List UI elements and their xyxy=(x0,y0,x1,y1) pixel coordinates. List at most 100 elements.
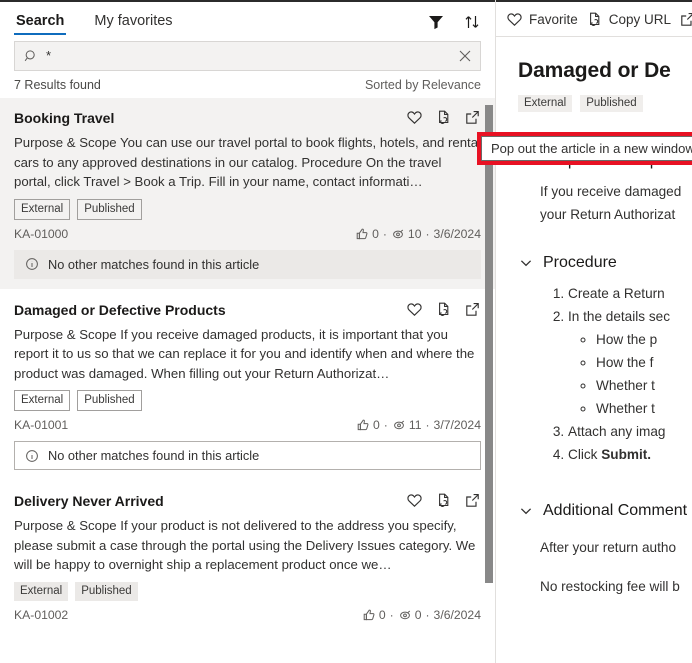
results-meta: 7 Results found Sorted by Relevance xyxy=(0,71,495,100)
clear-icon[interactable] xyxy=(458,49,472,63)
copy-url-command[interactable]: Copy URL xyxy=(586,11,671,28)
views-stat: 11 xyxy=(392,418,422,432)
info-icon xyxy=(26,449,38,462)
result-card[interactable]: Delivery Never Arrived Purpose & Scope I… xyxy=(0,481,495,633)
eye-icon xyxy=(393,229,404,238)
pop-out-icon[interactable] xyxy=(464,492,481,509)
card-footer: KA-01000 0 · 10 · 3/6/2024 xyxy=(14,227,481,241)
card-title[interactable]: Booking Travel xyxy=(14,108,114,127)
article-section: Purpose & Scope If you receive damaged y… xyxy=(518,152,692,226)
tag-external: External xyxy=(14,390,71,411)
tag-published: Published xyxy=(77,198,142,220)
stat-separator: · xyxy=(425,418,430,432)
likes-count: 0 xyxy=(378,607,386,622)
article-toolbar: Favorite Copy URL xyxy=(496,2,692,37)
article-id: KA-01002 xyxy=(14,607,69,622)
no-matches-text: No other matches found in this article xyxy=(48,448,260,463)
search-icon xyxy=(24,49,39,64)
tag-published: Published xyxy=(580,95,643,112)
procedure-sub-item: How the f xyxy=(596,351,692,374)
search-wrapper: * xyxy=(0,35,495,71)
likes-stat: 0 xyxy=(355,227,379,241)
section-header-additional-comments[interactable]: Additional Comment xyxy=(518,502,692,520)
procedure-sub-item: Whether t xyxy=(596,374,692,397)
pop-out-icon[interactable] xyxy=(464,109,481,126)
card-header: Damaged or Defective Products xyxy=(14,300,481,319)
search-input[interactable]: * xyxy=(14,41,481,71)
sort-icon[interactable] xyxy=(463,13,481,31)
result-card[interactable]: Booking Travel Purpose & Scope You can u… xyxy=(0,98,495,290)
views-count: 11 xyxy=(408,418,422,432)
views-count: 0 xyxy=(414,607,422,622)
no-matches-banner: No other matches found in this article xyxy=(14,249,481,279)
card-tags: External Published xyxy=(14,581,481,601)
tab-search[interactable]: Search xyxy=(14,13,67,35)
article-section: Additional Comment After your return aut… xyxy=(518,502,692,598)
stat-separator: · xyxy=(383,418,388,432)
procedure-step-emphasis: Submit. xyxy=(601,447,652,462)
copy-url-icon[interactable] xyxy=(435,492,452,509)
search-input-value: * xyxy=(46,48,52,63)
article-id: KA-01001 xyxy=(14,418,69,432)
pop-out-command[interactable] xyxy=(679,11,692,28)
tag-published: Published xyxy=(75,581,138,601)
card-title[interactable]: Delivery Never Arrived xyxy=(14,491,164,510)
section-paragraph: No restocking fee will b xyxy=(540,579,680,594)
pop-out-icon[interactable] xyxy=(464,301,481,318)
stat-separator: · xyxy=(382,226,387,241)
tab-strip: Search My favorites xyxy=(0,2,495,35)
copy-url-command-label: Copy URL xyxy=(608,11,672,27)
views-stat: 10 xyxy=(391,226,422,241)
favorite-heart-icon[interactable] xyxy=(406,492,423,509)
pop-out-tooltip-text: Pop out the article in a new window xyxy=(491,141,692,156)
procedure-list: Create a Return In the details sec How t… xyxy=(518,282,692,466)
sort-label[interactable]: Sorted by Relevance xyxy=(365,78,481,92)
copy-url-icon[interactable] xyxy=(435,109,452,126)
thumbs-up-icon xyxy=(357,419,369,431)
copy-url-icon xyxy=(589,12,600,26)
no-matches-text: No other matches found in this article xyxy=(48,256,260,272)
results-list[interactable]: Booking Travel Purpose & Scope You can u… xyxy=(0,98,495,663)
tab-my-favorites[interactable]: My favorites xyxy=(92,13,174,35)
heart-icon xyxy=(507,12,522,26)
card-header: Booking Travel xyxy=(14,108,481,127)
likes-count: 0 xyxy=(372,226,379,241)
eye-icon xyxy=(399,610,410,619)
procedure-step: Attach any imag xyxy=(568,420,692,443)
results-scrollbar-thumb[interactable] xyxy=(485,105,493,583)
section-title: Additional Comment xyxy=(543,502,688,519)
card-stats: 0 · 0 · 3/6/2024 xyxy=(362,608,481,622)
article-preview-pane: Favorite Copy URL Damaged or De External… xyxy=(496,0,692,663)
section-header-procedure[interactable]: Procedure xyxy=(518,254,692,272)
card-footer: KA-01002 0 · 0 · 3/6/2024 xyxy=(14,608,481,622)
thumbs-up-icon xyxy=(356,228,368,239)
filter-icon[interactable] xyxy=(427,13,445,31)
favorite-command[interactable]: Favorite xyxy=(506,11,578,28)
tag-external: External xyxy=(14,198,71,220)
stat-separator: · xyxy=(425,226,430,241)
tag-external: External xyxy=(518,95,573,112)
card-footer: KA-01001 0 · 11 · 3/7/2024 xyxy=(14,418,481,432)
section-title: Procedure xyxy=(543,254,617,271)
card-header: Delivery Never Arrived xyxy=(14,491,481,510)
results-count: 7 Results found xyxy=(14,78,101,92)
info-icon xyxy=(26,258,38,270)
card-title[interactable]: Damaged or Defective Products xyxy=(14,300,226,319)
views-stat: 0 xyxy=(398,607,422,622)
procedure-sub-list: How the p How the f Whether t Whether t xyxy=(568,328,692,420)
result-card[interactable]: Damaged or Defective Products Purpose & … xyxy=(0,289,495,481)
favorite-command-label: Favorite xyxy=(529,11,578,27)
card-tags: External Published xyxy=(14,198,481,220)
tag-published: Published xyxy=(77,390,142,411)
copy-url-icon[interactable] xyxy=(435,301,452,318)
procedure-sub-item: How the p xyxy=(596,328,692,351)
favorite-heart-icon[interactable] xyxy=(406,109,423,126)
article-id: KA-01000 xyxy=(14,226,69,241)
chevron-down-icon xyxy=(520,508,532,515)
card-tags: External Published xyxy=(14,390,481,411)
likes-stat: 0 xyxy=(356,418,380,432)
views-count: 10 xyxy=(407,226,422,241)
knowledge-search-app: Search My favorites * 7 Results found So… xyxy=(0,0,692,663)
thumbs-up-icon xyxy=(363,609,375,620)
favorite-heart-icon[interactable] xyxy=(406,301,423,318)
